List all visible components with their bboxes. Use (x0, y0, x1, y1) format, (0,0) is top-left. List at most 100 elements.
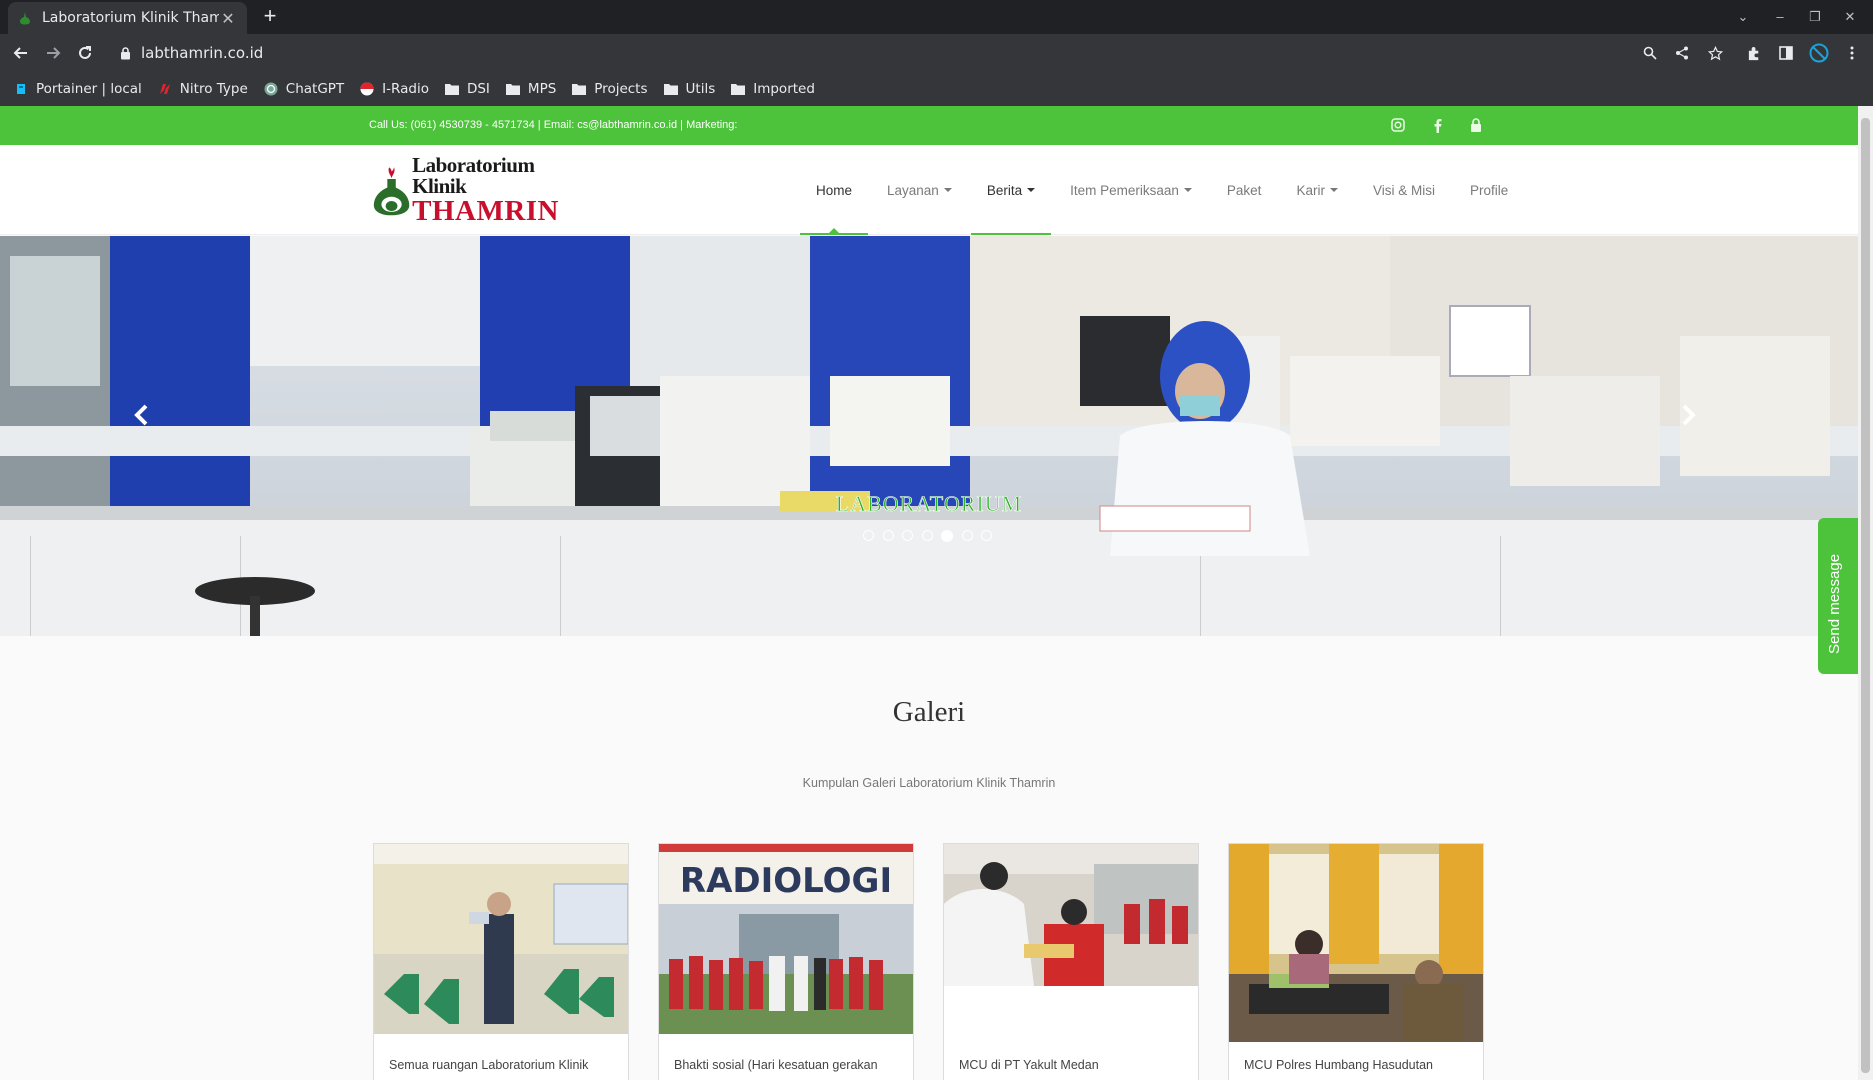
slide-caption: LABORATORIUM (835, 491, 1023, 517)
address-bar[interactable]: labthamrin.co.id (112, 38, 1642, 68)
carousel-dot-active[interactable] (941, 529, 953, 542)
tab-title: Laboratorium Klinik Thamrin (42, 10, 219, 26)
browser-menu-icon[interactable] (1839, 40, 1865, 66)
forward-icon[interactable] (40, 40, 66, 66)
flask-logo-icon (373, 167, 410, 216)
gallery-card[interactable]: MCU Polres Humbang Hasudutan (1228, 843, 1484, 1080)
nav-visi-misi[interactable]: Visi & Misi (1357, 145, 1451, 235)
profile-avatar-icon[interactable] (1806, 40, 1832, 66)
active-underline (800, 233, 869, 235)
tab-close-icon[interactable]: ✕ (219, 9, 237, 28)
tab-strip: Laboratorium Klinik Thamrin ✕ + ⌄ – ❐ ✕ (0, 0, 1873, 34)
gallery-subtitle: Kumpulan Galeri Laboratorium Klinik Tham… (802, 776, 1056, 790)
url-text: labthamrin.co.id (141, 44, 264, 62)
close-window-button[interactable]: ✕ (1835, 6, 1865, 28)
carousel-dot[interactable] (981, 530, 992, 541)
carousel-next-icon[interactable] (1682, 404, 1712, 434)
hero-lab-image (0, 236, 1858, 636)
gallery-card[interactable]: Semua ruangan Laboratorium Klinik (373, 843, 629, 1080)
caret-down-icon (1329, 188, 1338, 192)
gallery-caption: Bhakti sosial (Hari kesatuan gerakan (674, 1058, 878, 1072)
lock-login-icon[interactable] (1468, 117, 1484, 133)
gallery-image: RADIOLOGI (659, 844, 913, 1034)
bookmark-folder-imported[interactable]: Imported (731, 81, 815, 97)
nav-berita[interactable]: Berita (970, 145, 1052, 235)
gallery-caption: Semua ruangan Laboratorium Klinik (389, 1058, 589, 1072)
nav-layanan[interactable]: Layanan (871, 145, 968, 235)
contact-bar: Call Us: (061) 4530739 - 4571734 | Email… (0, 106, 1858, 145)
gallery-image (1229, 844, 1483, 1042)
iradio-icon (360, 82, 374, 96)
scrollbar-thumb[interactable] (1861, 118, 1870, 1073)
nav-home[interactable]: Home (800, 145, 869, 235)
bookmark-chatgpt[interactable]: ChatGPT (264, 81, 344, 97)
folder-icon (572, 82, 587, 96)
gallery-image (944, 844, 1198, 986)
send-message-button[interactable]: Send message (1818, 518, 1858, 674)
logo-line-1: Laboratorium Klinik (412, 152, 535, 198)
share-icon[interactable] (1669, 40, 1695, 66)
new-tab-button[interactable]: + (258, 4, 282, 28)
carousel-dot[interactable] (921, 530, 933, 541)
bookmark-folder-projects[interactable]: Projects (572, 81, 648, 97)
carousel-dot[interactable] (961, 530, 973, 541)
nav-item-pemeriksaan[interactable]: Item Pemeriksaan (1054, 145, 1208, 235)
nav-profile[interactable]: Profile (1454, 145, 1524, 235)
bookmark-star-icon[interactable] (1702, 40, 1728, 66)
carousel-dot[interactable] (902, 530, 913, 541)
carousel-prev-icon[interactable] (134, 404, 164, 434)
minimize-button[interactable]: – (1765, 6, 1795, 28)
browser-toolbar: labthamrin.co.id (0, 34, 1873, 72)
main-navbar: Laboratorium Klinik THAMRIN Home Layanan… (0, 145, 1858, 235)
contact-info: Call Us: (061) 4530739 - 4571734 | Email… (369, 119, 738, 131)
site-logo[interactable]: Laboratorium Klinik THAMRIN (373, 154, 565, 225)
hover-underline (970, 233, 1052, 235)
gallery-caption: MCU Polres Humbang Hasudutan (1244, 1058, 1433, 1072)
portainer-icon (14, 82, 28, 96)
page-scrollbar[interactable] (1858, 106, 1873, 1080)
bookmark-folder-mps[interactable]: MPS (505, 81, 556, 97)
side-panel-icon[interactable] (1773, 40, 1799, 66)
back-icon[interactable] (8, 40, 34, 66)
carousel-dot[interactable] (882, 530, 894, 541)
caret-down-icon (1183, 188, 1192, 192)
gallery-image (374, 844, 628, 1034)
carousel-indicators (863, 529, 1001, 542)
reload-icon[interactable] (72, 40, 98, 66)
chatgpt-icon (264, 82, 278, 96)
gallery-card[interactable]: MCU di PT Yakult Medan (943, 843, 1199, 1080)
bookmark-folder-dsi[interactable]: DSI (444, 81, 490, 97)
logo-line-2: THAMRIN (412, 194, 559, 227)
folder-icon (444, 82, 459, 96)
radiologi-banner-text: RADIOLOGI (680, 861, 892, 901)
folder-icon (663, 82, 678, 96)
tab-search-icon[interactable]: ⌄ (1728, 6, 1758, 28)
lock-icon (120, 46, 131, 60)
caret-down-icon (943, 188, 952, 192)
main-menu: Home Layanan Berita Item Pemeriksaan Pak… (800, 145, 1527, 235)
gallery-caption: MCU di PT Yakult Medan (959, 1058, 1099, 1072)
bookmark-iradio[interactable]: I-Radio (360, 81, 429, 97)
facebook-icon[interactable] (1429, 117, 1445, 133)
instagram-icon[interactable] (1390, 117, 1406, 133)
bookmark-folder-utils[interactable]: Utils (663, 81, 715, 97)
gallery-title: Galeri (892, 696, 966, 728)
bookmark-nitro-type[interactable]: Nitro Type (158, 81, 248, 97)
restore-button[interactable]: ❐ (1800, 6, 1830, 28)
nav-paket[interactable]: Paket (1211, 145, 1278, 235)
bookmark-portainer[interactable]: Portainer | local (14, 81, 142, 97)
gallery-card[interactable]: RADIOLOGI Bhakti sosial (Hari kesatuan g… (658, 843, 914, 1080)
extensions-icon[interactable] (1741, 40, 1767, 66)
hero-carousel: LABORATORIUM (0, 236, 1858, 636)
nav-karir[interactable]: Karir (1280, 145, 1354, 235)
nitro-type-icon (158, 82, 172, 96)
caret-down-icon (1027, 188, 1036, 192)
browser-tab[interactable]: Laboratorium Klinik Thamrin ✕ (8, 2, 247, 34)
site-favicon-icon (18, 11, 32, 25)
bookmarks-bar: Portainer | local Nitro Type ChatGPT I-R… (0, 72, 1873, 106)
folder-icon (505, 82, 520, 96)
zoom-icon[interactable] (1637, 40, 1663, 66)
folder-icon (731, 82, 746, 96)
web-page: Call Us: (061) 4530739 - 4571734 | Email… (0, 106, 1858, 1080)
carousel-dot[interactable] (863, 530, 874, 541)
